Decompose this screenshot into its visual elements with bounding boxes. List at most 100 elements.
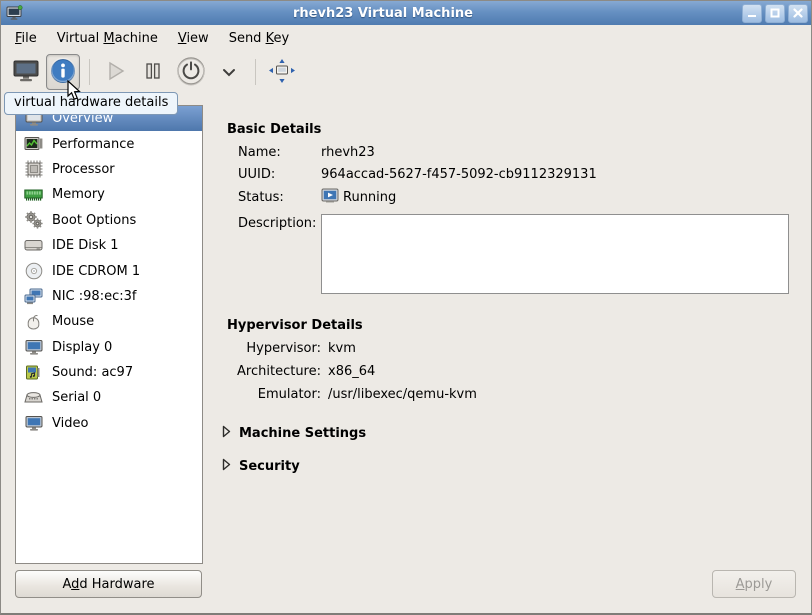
toolbar-separator bbox=[89, 59, 90, 85]
detail-value-text: rhevh23 bbox=[321, 145, 375, 160]
sidebar-item-label: Processor bbox=[52, 162, 115, 177]
detail-value-text: /usr/libexec/qemu-kvm bbox=[328, 387, 477, 402]
hypervisor-details-heading: Hypervisor Details bbox=[227, 318, 363, 333]
detail-value: /usr/libexec/qemu-kvm bbox=[321, 387, 477, 402]
mouse-icon bbox=[24, 313, 43, 331]
sidebar-item-ide-cdrom-1[interactable]: IDE CDROM 1 bbox=[16, 258, 202, 283]
detail-label: Hypervisor: bbox=[231, 341, 321, 356]
detail-value-text: kvm bbox=[328, 341, 356, 356]
description-label: Description: bbox=[238, 216, 316, 231]
detail-value: x86_64 bbox=[321, 364, 477, 379]
menu-virtual-machine[interactable]: Virtual Machine bbox=[47, 28, 168, 49]
console-icon bbox=[12, 59, 40, 86]
sidebar-item-ide-disk-1[interactable]: IDE Disk 1 bbox=[16, 233, 202, 258]
sidebar-item-processor[interactable]: Processor bbox=[16, 157, 202, 182]
sidebar-item-label: Performance bbox=[52, 137, 134, 152]
tooltip: virtual hardware details bbox=[4, 92, 178, 115]
menu-file[interactable]: File bbox=[5, 28, 47, 49]
toolbar bbox=[1, 51, 811, 93]
sidebar-item-performance[interactable]: Performance bbox=[16, 131, 202, 156]
titlebar[interactable]: rhevh23 Virtual Machine bbox=[1, 1, 811, 25]
detail-label: UUID: bbox=[238, 167, 321, 182]
boot-icon bbox=[24, 211, 43, 229]
sidebar-item-sound-ac97[interactable]: Sound: ac97 bbox=[16, 360, 202, 385]
security-expander[interactable]: Security bbox=[222, 458, 300, 475]
sidebar-item-label: NIC :98:ec:3f bbox=[52, 289, 136, 304]
disk-icon bbox=[24, 237, 43, 255]
video-icon bbox=[24, 414, 43, 432]
detail-label: Status: bbox=[238, 190, 321, 205]
memory-icon bbox=[24, 186, 43, 204]
sidebar-item-label: Serial 0 bbox=[52, 390, 101, 405]
pause-button[interactable] bbox=[136, 54, 170, 90]
performance-icon bbox=[24, 135, 43, 153]
sidebar-item-nic-98-ec-3f[interactable]: NIC :98:ec:3f bbox=[16, 284, 202, 309]
maximize-button[interactable] bbox=[765, 4, 785, 23]
sidebar-item-label: Video bbox=[52, 416, 88, 431]
pause-icon bbox=[142, 60, 164, 85]
expander-label: Security bbox=[239, 459, 300, 474]
detail-value-text: 964accad-5627-f457-5092-cb9112329131 bbox=[321, 167, 597, 182]
menubar: FileVirtual MachineViewSend Key bbox=[1, 25, 811, 51]
detail-value-text: x86_64 bbox=[328, 364, 375, 379]
sidebar-item-video[interactable]: Video bbox=[16, 411, 202, 436]
console-button[interactable] bbox=[9, 54, 43, 90]
expander-arrow-icon bbox=[222, 425, 231, 442]
detail-label: Architecture: bbox=[231, 364, 321, 379]
detail-value: rhevh23 bbox=[321, 145, 597, 160]
app-icon bbox=[4, 4, 24, 22]
minimize-button[interactable] bbox=[742, 4, 762, 23]
power-icon bbox=[176, 56, 206, 89]
sidebar-item-label: Sound: ac97 bbox=[52, 365, 133, 380]
info-icon bbox=[50, 58, 76, 87]
play-icon bbox=[104, 59, 128, 86]
basic-details-rows: Name:rhevh23UUID:964accad-5627-f457-5092… bbox=[238, 141, 597, 209]
shutdown-menu-button[interactable] bbox=[212, 54, 246, 90]
expander-arrow-icon bbox=[222, 458, 231, 475]
sidebar-item-label: IDE Disk 1 bbox=[52, 238, 119, 253]
detail-value: Running bbox=[321, 188, 597, 207]
basic-details-heading: Basic Details bbox=[227, 122, 321, 137]
window-controls bbox=[742, 4, 808, 23]
add-hardware-button[interactable]: Add Hardware bbox=[15, 570, 202, 598]
hardware-details-button[interactable] bbox=[46, 54, 80, 90]
detail-label: Emulator: bbox=[231, 387, 321, 402]
run-button[interactable] bbox=[99, 54, 133, 90]
window-title: rhevh23 Virtual Machine bbox=[24, 6, 742, 21]
detail-value: kvm bbox=[321, 341, 477, 356]
hypervisor-details-rows: Hypervisor: kvm Architecture: x86_64 Emulato… bbox=[231, 337, 477, 406]
sidebar-item-label: IDE CDROM 1 bbox=[52, 264, 140, 279]
vm-details-window: rhevh23 Virtual Machine FileVirtual Mach… bbox=[0, 0, 812, 615]
sidebar-item-label: Memory bbox=[52, 187, 105, 202]
machine-settings-expander[interactable]: Machine Settings bbox=[222, 425, 366, 442]
sidebar-item-serial-0[interactable]: Serial 0 bbox=[16, 385, 202, 410]
close-button[interactable] bbox=[788, 4, 808, 23]
sidebar-item-boot-options[interactable]: Boot Options bbox=[16, 208, 202, 233]
nic-icon bbox=[24, 287, 43, 305]
cdrom-icon bbox=[24, 262, 43, 280]
processor-icon bbox=[24, 160, 43, 178]
hardware-list: OverviewPerformanceProcessorMemoryBoot O… bbox=[15, 105, 203, 564]
shutdown-button[interactable] bbox=[173, 54, 209, 90]
fullscreen-icon bbox=[268, 58, 296, 87]
expander-label: Machine Settings bbox=[239, 426, 366, 441]
sound-icon bbox=[24, 364, 43, 382]
menu-view[interactable]: View bbox=[168, 28, 219, 49]
detail-label: Name: bbox=[238, 145, 321, 160]
sidebar-item-display-0[interactable]: Display 0 bbox=[16, 335, 202, 360]
serial-icon bbox=[24, 389, 43, 407]
running-icon bbox=[321, 188, 339, 207]
chevron-down-icon bbox=[222, 65, 236, 80]
sidebar-item-label: Boot Options bbox=[52, 213, 136, 228]
fullscreen-button[interactable] bbox=[265, 54, 299, 90]
sidebar-item-mouse[interactable]: Mouse bbox=[16, 309, 202, 334]
sidebar-item-memory[interactable]: Memory bbox=[16, 182, 202, 207]
apply-button[interactable]: Apply bbox=[712, 570, 796, 598]
description-input[interactable] bbox=[321, 214, 789, 294]
detail-value: 964accad-5627-f457-5092-cb9112329131 bbox=[321, 167, 597, 182]
sidebar-item-label: Mouse bbox=[52, 314, 94, 329]
detail-value-text: Running bbox=[343, 190, 396, 205]
sidebar-item-label: Display 0 bbox=[52, 340, 112, 355]
toolbar-separator bbox=[255, 59, 256, 85]
menu-send-key[interactable]: Send Key bbox=[219, 28, 299, 49]
